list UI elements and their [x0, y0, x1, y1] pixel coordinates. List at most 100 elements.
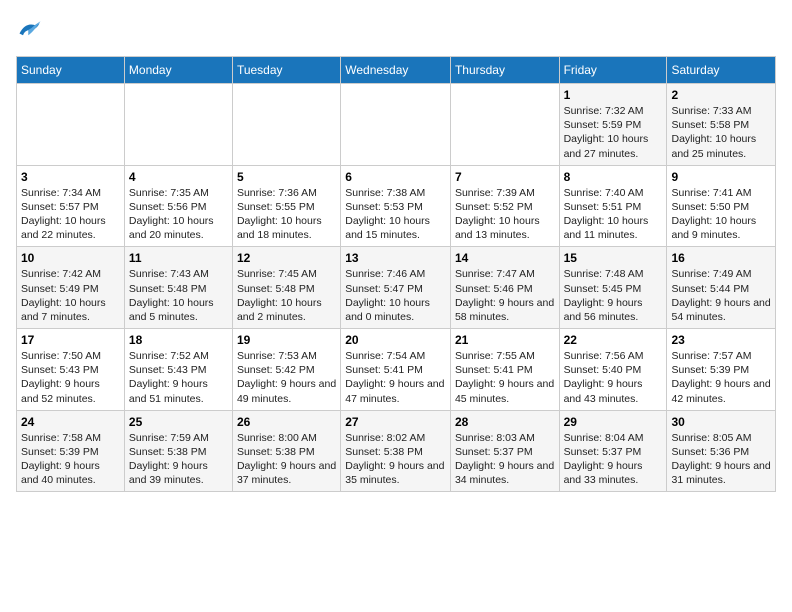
day-number: 4	[129, 170, 228, 184]
calendar-cell	[232, 84, 340, 166]
day-number: 18	[129, 333, 228, 347]
calendar-cell: 16 Sunrise: 7:49 AM Sunset: 5:44 PM Dayli…	[667, 247, 776, 329]
day-info: Sunrise: 7:47 AM Sunset: 5:46 PM Dayligh…	[455, 267, 555, 324]
day-number: 11	[129, 251, 228, 265]
calendar-cell: 25Sunrise: 7:59 AM Sunset: 5:38 PM Dayli…	[124, 410, 232, 492]
day-number: 12	[237, 251, 336, 265]
day-number: 8	[564, 170, 663, 184]
day-info: Sunrise: 7:35 AM Sunset: 5:56 PM Dayligh…	[129, 186, 228, 243]
day-info: Sunrise: 7:46 AM Sunset: 5:47 PM Dayligh…	[345, 267, 446, 324]
logo-bird-icon	[16, 16, 44, 44]
calendar-cell: 5 Sunrise: 7:36 AM Sunset: 5:55 PM Daylig…	[232, 165, 340, 247]
calendar-cell: 19 Sunrise: 7:53 AM Sunset: 5:42 PM Dayli…	[232, 329, 340, 411]
day-number: 30	[671, 415, 771, 429]
day-number: 9	[671, 170, 771, 184]
day-info: Sunrise: 7:34 AM Sunset: 5:57 PM Dayligh…	[21, 186, 120, 243]
calendar-cell	[17, 84, 125, 166]
day-number: 5	[237, 170, 336, 184]
logo	[16, 16, 48, 44]
calendar-cell: 29 Sunrise: 8:04 AM Sunset: 5:37 PM Dayli…	[559, 410, 667, 492]
day-number: 13	[345, 251, 446, 265]
day-info: Sunrise: 7:55 AM Sunset: 5:41 PM Dayligh…	[455, 349, 555, 406]
calendar-cell: 17Sunrise: 7:50 AM Sunset: 5:43 PM Dayli…	[17, 329, 125, 411]
day-info: Sunrise: 7:41 AM Sunset: 5:50 PM Dayligh…	[671, 186, 771, 243]
calendar-cell: 30 Sunrise: 8:05 AM Sunset: 5:36 PM Dayli…	[667, 410, 776, 492]
calendar-week-5: 24Sunrise: 7:58 AM Sunset: 5:39 PM Dayli…	[17, 410, 776, 492]
day-number: 21	[455, 333, 555, 347]
calendar-cell: 21 Sunrise: 7:55 AM Sunset: 5:41 PM Dayli…	[450, 329, 559, 411]
calendar-cell: 24Sunrise: 7:58 AM Sunset: 5:39 PM Dayli…	[17, 410, 125, 492]
day-info: Sunrise: 7:54 AM Sunset: 5:41 PM Dayligh…	[345, 349, 446, 406]
day-info: Sunrise: 7:36 AM Sunset: 5:55 PM Dayligh…	[237, 186, 336, 243]
day-info: Sunrise: 7:45 AM Sunset: 5:48 PM Dayligh…	[237, 267, 336, 324]
day-number: 29	[564, 415, 663, 429]
day-info: Sunrise: 7:32 AM Sunset: 5:59 PM Dayligh…	[564, 104, 663, 161]
day-info: Sunrise: 7:56 AM Sunset: 5:40 PM Dayligh…	[564, 349, 663, 406]
day-number: 14	[455, 251, 555, 265]
day-info: Sunrise: 7:49 AM Sunset: 5:44 PM Dayligh…	[671, 267, 771, 324]
calendar-cell: 15 Sunrise: 7:48 AM Sunset: 5:45 PM Dayli…	[559, 247, 667, 329]
day-info: Sunrise: 7:59 AM Sunset: 5:38 PM Dayligh…	[129, 431, 228, 488]
calendar-cell	[341, 84, 451, 166]
day-number: 15	[564, 251, 663, 265]
calendar-week-2: 3 Sunrise: 7:34 AM Sunset: 5:57 PM Daylig…	[17, 165, 776, 247]
day-info: Sunrise: 7:42 AM Sunset: 5:49 PM Dayligh…	[21, 267, 120, 324]
day-number: 16	[671, 251, 771, 265]
day-info: Sunrise: 7:43 AM Sunset: 5:48 PM Dayligh…	[129, 267, 228, 324]
day-number: 7	[455, 170, 555, 184]
day-number: 24	[21, 415, 120, 429]
day-number: 26	[237, 415, 336, 429]
day-info: Sunrise: 7:39 AM Sunset: 5:52 PM Dayligh…	[455, 186, 555, 243]
day-number: 17	[21, 333, 120, 347]
calendar-cell: 26 Sunrise: 8:00 AM Sunset: 5:38 PM Dayli…	[232, 410, 340, 492]
calendar-week-1: 1 Sunrise: 7:32 AM Sunset: 5:59 PM Daylig…	[17, 84, 776, 166]
day-info: Sunrise: 8:05 AM Sunset: 5:36 PM Dayligh…	[671, 431, 771, 488]
calendar-cell: 22Sunrise: 7:56 AM Sunset: 5:40 PM Dayli…	[559, 329, 667, 411]
calendar-week-4: 17Sunrise: 7:50 AM Sunset: 5:43 PM Dayli…	[17, 329, 776, 411]
day-info: Sunrise: 8:00 AM Sunset: 5:38 PM Dayligh…	[237, 431, 336, 488]
day-number: 1	[564, 88, 663, 102]
calendar-cell	[450, 84, 559, 166]
calendar-cell: 3 Sunrise: 7:34 AM Sunset: 5:57 PM Daylig…	[17, 165, 125, 247]
day-number: 23	[671, 333, 771, 347]
day-number: 19	[237, 333, 336, 347]
day-number: 3	[21, 170, 120, 184]
day-info: Sunrise: 7:57 AM Sunset: 5:39 PM Dayligh…	[671, 349, 771, 406]
calendar-cell: 2 Sunrise: 7:33 AM Sunset: 5:58 PM Daylig…	[667, 84, 776, 166]
day-info: Sunrise: 7:33 AM Sunset: 5:58 PM Dayligh…	[671, 104, 771, 161]
calendar-cell: 28 Sunrise: 8:03 AM Sunset: 5:37 PM Dayli…	[450, 410, 559, 492]
calendar-cell: 20 Sunrise: 7:54 AM Sunset: 5:41 PM Dayli…	[341, 329, 451, 411]
day-info: Sunrise: 7:53 AM Sunset: 5:42 PM Dayligh…	[237, 349, 336, 406]
calendar-cell: 10 Sunrise: 7:42 AM Sunset: 5:49 PM Dayli…	[17, 247, 125, 329]
day-number: 10	[21, 251, 120, 265]
header-day-monday: Monday	[124, 57, 232, 84]
calendar-cell: 4 Sunrise: 7:35 AM Sunset: 5:56 PM Daylig…	[124, 165, 232, 247]
day-info: Sunrise: 7:40 AM Sunset: 5:51 PM Dayligh…	[564, 186, 663, 243]
calendar-cell: 27 Sunrise: 8:02 AM Sunset: 5:38 PM Dayli…	[341, 410, 451, 492]
calendar-header-row: SundayMondayTuesdayWednesdayThursdayFrid…	[17, 57, 776, 84]
header-day-friday: Friday	[559, 57, 667, 84]
calendar-cell: 11 Sunrise: 7:43 AM Sunset: 5:48 PM Dayli…	[124, 247, 232, 329]
day-info: Sunrise: 7:48 AM Sunset: 5:45 PM Dayligh…	[564, 267, 663, 324]
calendar-cell: 18 Sunrise: 7:52 AM Sunset: 5:43 PM Dayli…	[124, 329, 232, 411]
header-day-tuesday: Tuesday	[232, 57, 340, 84]
day-number: 20	[345, 333, 446, 347]
day-number: 27	[345, 415, 446, 429]
day-info: Sunrise: 8:03 AM Sunset: 5:37 PM Dayligh…	[455, 431, 555, 488]
header-day-thursday: Thursday	[450, 57, 559, 84]
calendar-table: SundayMondayTuesdayWednesdayThursdayFrid…	[16, 56, 776, 492]
day-info: Sunrise: 8:04 AM Sunset: 5:37 PM Dayligh…	[564, 431, 663, 488]
calendar-cell: 7 Sunrise: 7:39 AM Sunset: 5:52 PM Daylig…	[450, 165, 559, 247]
day-info: Sunrise: 7:52 AM Sunset: 5:43 PM Dayligh…	[129, 349, 228, 406]
calendar-cell: 1 Sunrise: 7:32 AM Sunset: 5:59 PM Daylig…	[559, 84, 667, 166]
calendar-cell: 13 Sunrise: 7:46 AM Sunset: 5:47 PM Dayli…	[341, 247, 451, 329]
day-number: 28	[455, 415, 555, 429]
calendar-week-3: 10 Sunrise: 7:42 AM Sunset: 5:49 PM Dayli…	[17, 247, 776, 329]
day-info: Sunrise: 7:38 AM Sunset: 5:53 PM Dayligh…	[345, 186, 446, 243]
page-header	[16, 16, 776, 44]
day-number: 6	[345, 170, 446, 184]
header-day-sunday: Sunday	[17, 57, 125, 84]
calendar-cell: 8 Sunrise: 7:40 AM Sunset: 5:51 PM Daylig…	[559, 165, 667, 247]
day-info: Sunrise: 8:02 AM Sunset: 5:38 PM Dayligh…	[345, 431, 446, 488]
day-number: 2	[671, 88, 771, 102]
